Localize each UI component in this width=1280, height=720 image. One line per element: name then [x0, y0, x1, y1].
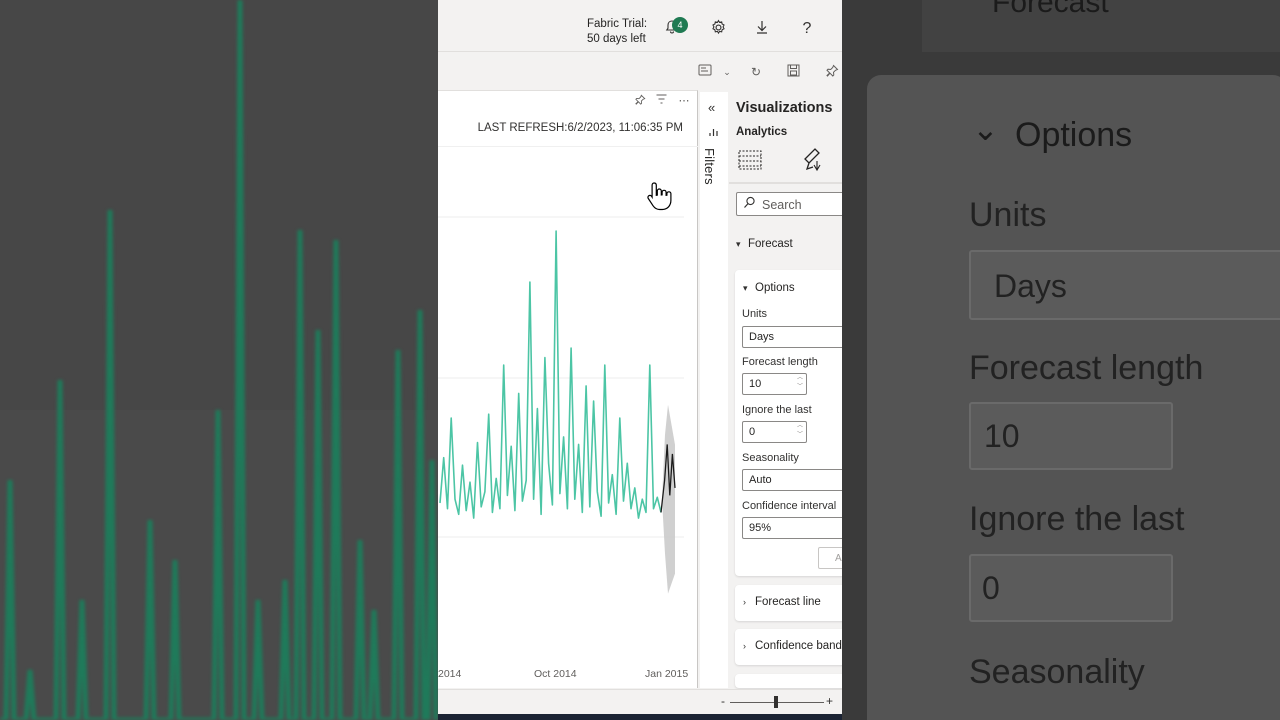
options-section-header[interactable]: ▾ Options: [743, 282, 795, 294]
forecast-line-header[interactable]: › Forecast line: [743, 596, 821, 608]
seasonality-label: Seasonality: [742, 452, 799, 464]
notification-count-badge: 4: [672, 17, 688, 33]
ignore-last-value: 0: [749, 426, 756, 438]
hand-cursor-icon: [647, 182, 672, 211]
forecast-length-value: 10: [749, 378, 762, 390]
mirror-ignore-value: 0: [982, 570, 1000, 606]
x-tick-label-2014: 2014: [438, 668, 462, 680]
confidence-band: [662, 404, 675, 594]
help-icon[interactable]: ?: [797, 19, 817, 39]
collapse-pane-icon[interactable]: «: [708, 100, 715, 115]
right-mirror-panel: [867, 75, 1280, 720]
zoom-in-button[interactable]: +: [826, 694, 833, 708]
trial-line-1: Fabric Trial:: [587, 18, 648, 30]
refresh-icon[interactable]: ↻: [748, 64, 764, 80]
taskbar-edge: [438, 714, 842, 720]
chevron-down-icon[interactable]: ⌄: [719, 64, 735, 80]
forecast-section-header[interactable]: ▾ Forecast: [736, 238, 793, 250]
analytics-tab-label: Analytics: [736, 126, 788, 138]
ignore-last-label: Ignore the last: [742, 404, 812, 416]
visualizations-title: Visualizations: [736, 100, 833, 116]
status-bar: - +: [438, 689, 842, 714]
build-visual-icon[interactable]: [737, 147, 763, 173]
chevron-down-icon: ▾: [743, 283, 748, 293]
forecast-line-card[interactable]: › Forecast line: [735, 585, 842, 621]
x-tick-label-oct-2014: Oct 2014: [534, 668, 577, 680]
mirror-forecast-length-value: 10: [984, 418, 1020, 454]
top-bar: Fabric Trial: 50 days left 4 ?: [438, 0, 842, 52]
seasonality-field[interactable]: Auto: [742, 469, 842, 491]
filter-icon: [709, 128, 718, 139]
powerbi-window: Fabric Trial: 50 days left 4 ? ⌄ ↻ ⋯ LAS…: [438, 0, 842, 720]
options-section-label: Options: [755, 282, 795, 294]
mirror-chevron-icon: ⌄: [972, 111, 999, 147]
left-mirror-backdrop: [0, 0, 438, 720]
ignore-last-field[interactable]: 0 ︿ ﹀: [742, 421, 807, 443]
stepper-icon[interactable]: ︿ ﹀: [797, 422, 803, 440]
filters-pane-collapsed[interactable]: « Filters: [700, 92, 728, 688]
mirror-series-spikes: [0, 0, 438, 720]
search-icon: [743, 196, 756, 212]
seasonality-value: Auto: [749, 474, 772, 486]
gear-icon[interactable]: [708, 19, 728, 39]
chevron-down-icon: ▾: [736, 239, 741, 249]
download-icon[interactable]: [752, 19, 772, 39]
units-label: Units: [742, 308, 768, 320]
confidence-interval-label: Confidence interval: [742, 500, 837, 512]
units-dropdown[interactable]: Days: [742, 326, 842, 348]
report-canvas: ⋯ LAST REFRESH:6/2/2023, 11:06:35 PM 201…: [438, 90, 698, 688]
chevron-right-icon: ›: [743, 597, 746, 607]
zoom-slider-thumb[interactable]: [774, 696, 778, 708]
stepper-icon[interactable]: ︿ ﹀: [797, 374, 803, 392]
report-toolbar: ⌄ ↻: [438, 53, 842, 91]
trial-line-2: 50 days left: [587, 33, 646, 45]
series-line[interactable]: [439, 230, 662, 519]
forecast-section-label: Forecast: [748, 238, 793, 250]
chevron-right-icon: ›: [743, 641, 746, 651]
fabric-trial-status[interactable]: Fabric Trial: 50 days left: [587, 17, 647, 47]
options-card: ▾ Options Units Days Forecast length 10 ︿…: [735, 270, 842, 576]
filters-label[interactable]: Filters: [702, 148, 717, 185]
confidence-interval-dropdown[interactable]: 95%: [742, 517, 842, 539]
right-mirror-backdrop: Forecast ⌄ Options Units Days Forecast l…: [842, 0, 1280, 720]
confidence-band-label: Confidence band: [755, 640, 842, 652]
x-tick-label-jan-2015: Jan 2015: [645, 668, 689, 680]
visualizations-pane: Visualizations Analytics Search ▾ Forecas…: [729, 92, 842, 688]
mirror-ignore-label: Ignore the last: [969, 500, 1185, 538]
mirror-forecast-heading: Forecast: [992, 0, 1109, 19]
mirror-units-label: Units: [969, 196, 1047, 234]
confidence-band-card[interactable]: › Confidence band: [735, 629, 842, 665]
apply-button[interactable]: A: [818, 547, 842, 569]
confidence-band-header[interactable]: › Confidence band: [743, 640, 842, 652]
mirror-options-label: Options: [1015, 116, 1133, 154]
search-placeholder: Search: [762, 198, 802, 212]
pane-search-input[interactable]: Search: [736, 192, 842, 216]
zoom-out-button[interactable]: -: [721, 694, 725, 708]
left-mirror-chart: [0, 0, 438, 720]
view-options-icon[interactable]: [697, 64, 713, 80]
save-icon[interactable]: [785, 64, 801, 80]
next-section-card[interactable]: [735, 674, 842, 688]
forecast-length-field[interactable]: 10 ︿ ﹀: [742, 373, 807, 395]
pin-icon[interactable]: [824, 64, 840, 80]
mirror-units-value: Days: [994, 268, 1067, 304]
forecast-line-label: Forecast line: [755, 596, 821, 608]
format-visual-icon[interactable]: [801, 147, 827, 173]
mirror-seasonality-label: Seasonality: [969, 653, 1145, 691]
pane-divider: [729, 182, 842, 184]
forecast-length-label: Forecast length: [742, 356, 818, 368]
mirror-forecast-length-label: Forecast length: [969, 349, 1204, 387]
